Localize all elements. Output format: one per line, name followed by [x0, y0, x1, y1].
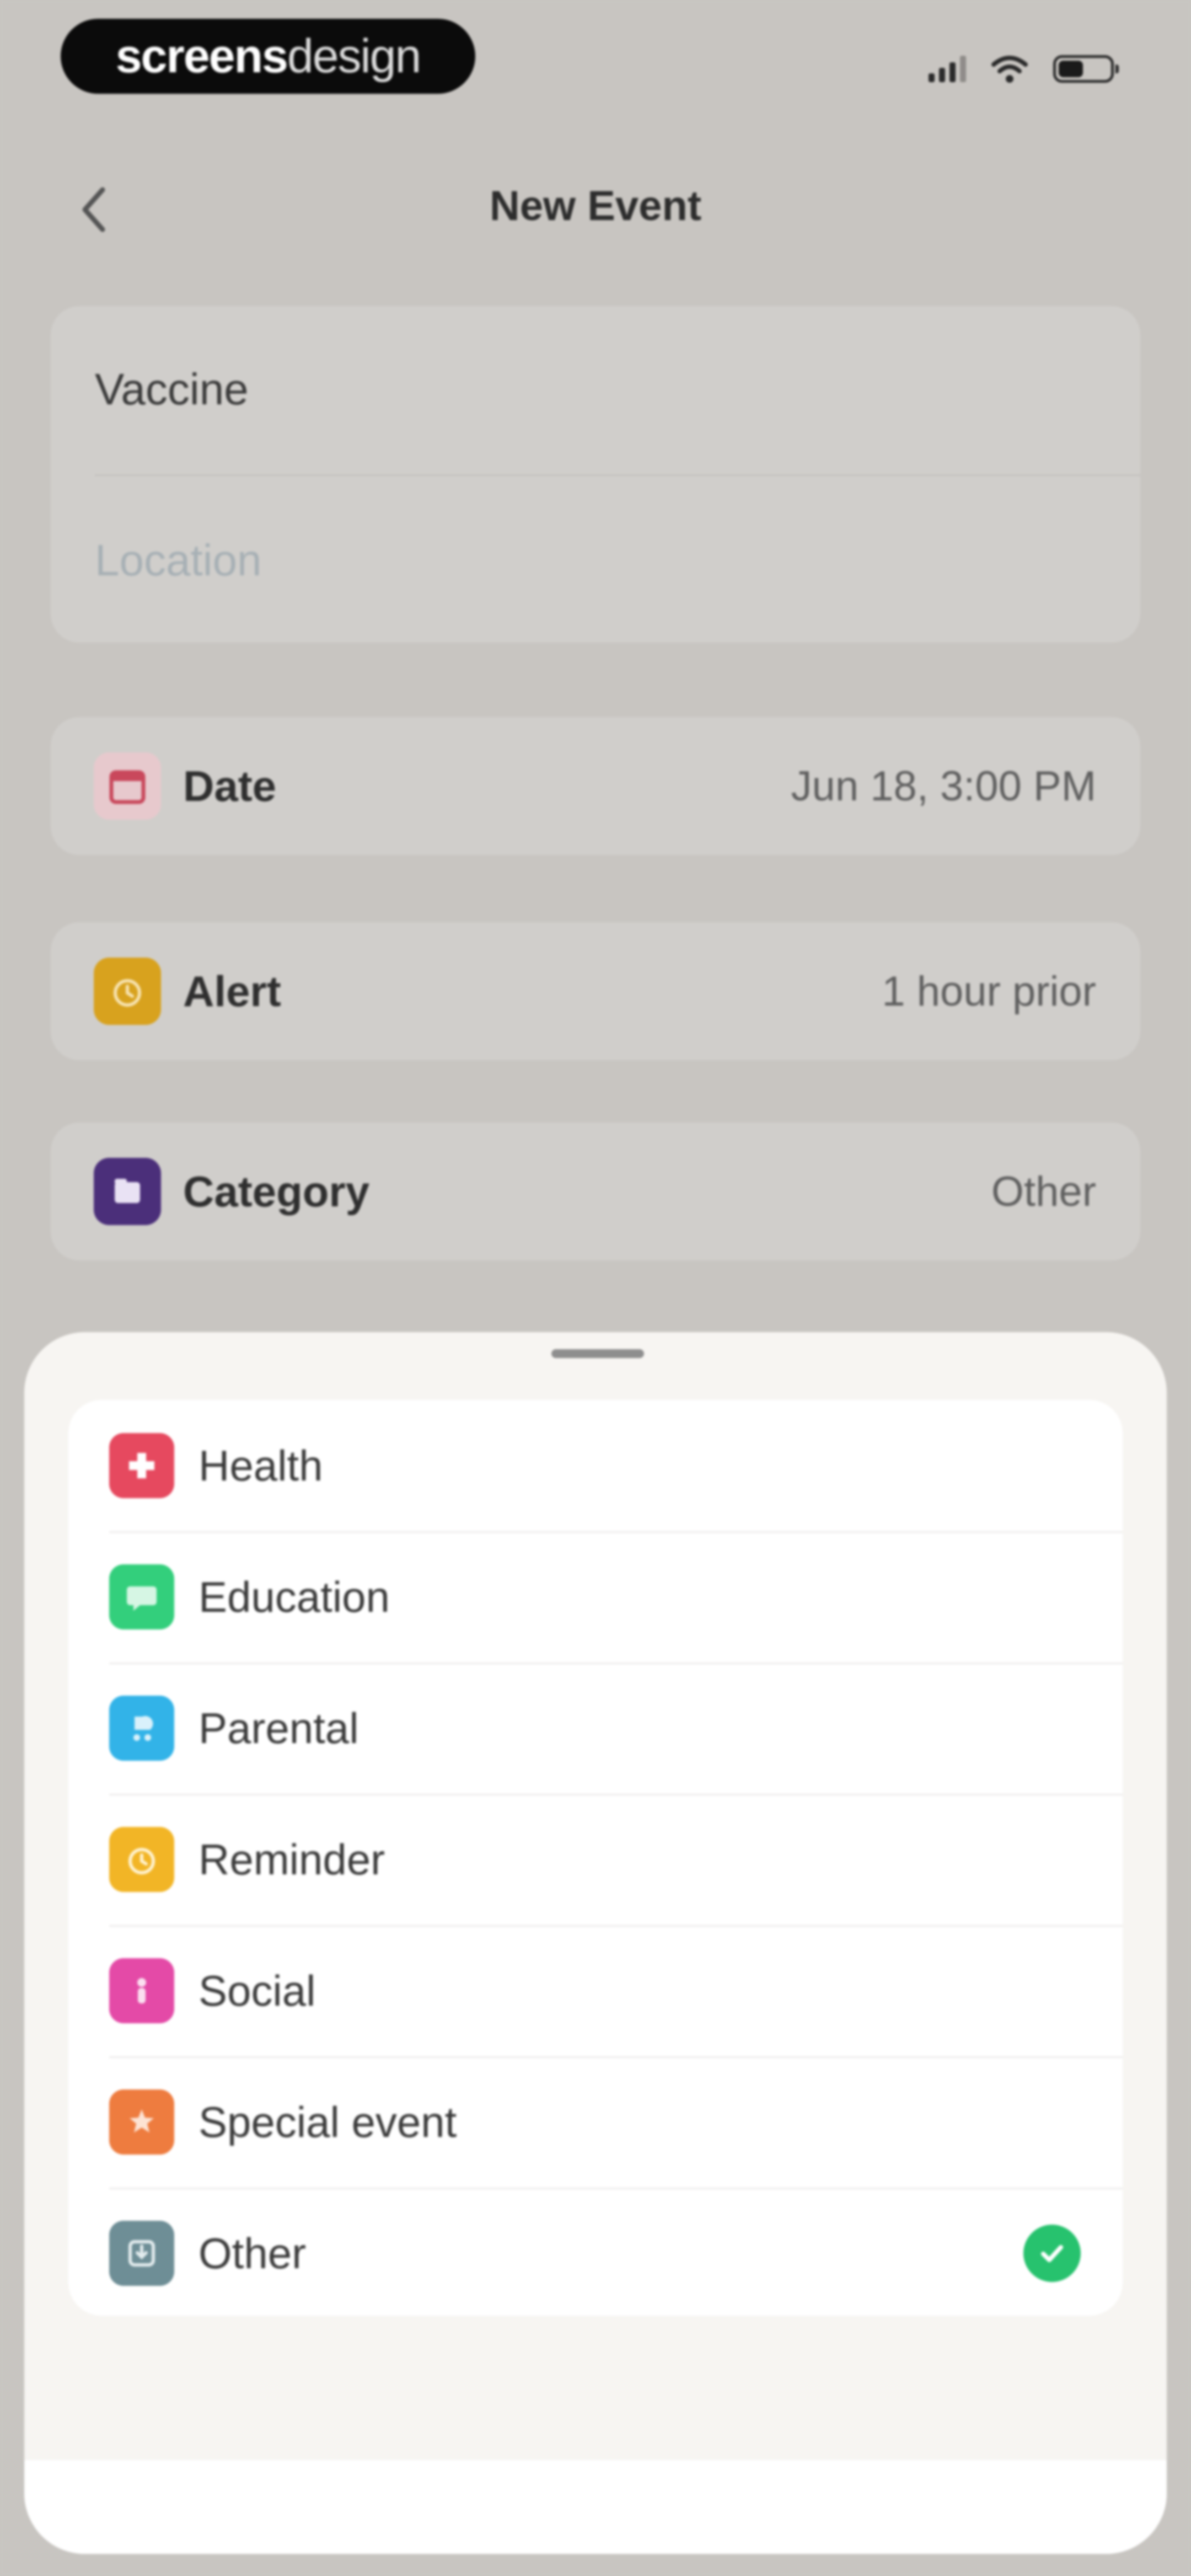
category-option-label: Parental	[198, 1703, 359, 1752]
category-value: Other	[991, 1168, 1096, 1215]
app-screen: screens design New Event Vaccine Location…	[0, 0, 1191, 2576]
divider	[95, 474, 1140, 476]
category-option-label: Education	[198, 1572, 390, 1621]
category-option-special-event[interactable]: Special event	[68, 2056, 1123, 2188]
category-option-parental[interactable]: Parental	[68, 1663, 1123, 1794]
calendar-icon	[94, 752, 161, 820]
health-cross-icon	[109, 1433, 174, 1498]
person-icon	[109, 1958, 174, 2023]
battery-icon	[1053, 55, 1119, 83]
alarm-icon	[94, 958, 161, 1025]
category-option-label: Reminder	[198, 1835, 385, 1884]
date-row[interactable]: Date Jun 18, 3:00 PM	[51, 717, 1140, 855]
alert-value: 1 hour prior	[882, 968, 1096, 1015]
category-label: Category	[183, 1167, 370, 1216]
star-icon	[109, 2089, 174, 2155]
category-list: Health Education Parental Reminder Socia…	[68, 1400, 1123, 2316]
page-title: New Event	[489, 183, 702, 229]
brand-text-light: design	[287, 29, 421, 83]
alarm-icon	[109, 1827, 174, 1892]
category-option-label: Other	[198, 2228, 307, 2278]
brand-watermark: screens design	[61, 19, 475, 94]
chat-bubble-icon	[109, 1564, 174, 1629]
sheet-bottom-area	[24, 2460, 1167, 2554]
category-option-social[interactable]: Social	[68, 1925, 1123, 2056]
category-row[interactable]: Category Other	[51, 1123, 1140, 1260]
status-icons	[929, 50, 1119, 88]
event-title-field[interactable]: Vaccine	[95, 364, 1147, 415]
category-option-reminder[interactable]: Reminder	[68, 1794, 1123, 1925]
stroller-icon	[109, 1696, 174, 1761]
category-option-health[interactable]: Health	[68, 1400, 1123, 1531]
category-option-label: Health	[198, 1441, 323, 1490]
checkmark-icon	[1023, 2225, 1081, 2282]
brand-text-bold: screens	[115, 29, 288, 83]
date-value: Jun 18, 3:00 PM	[791, 762, 1096, 810]
category-option-label: Social	[198, 1966, 316, 2015]
category-option-education[interactable]: Education	[68, 1531, 1123, 1663]
alert-label: Alert	[183, 966, 281, 1016]
location-field[interactable]: Location	[95, 535, 1147, 586]
wifi-icon	[991, 56, 1028, 83]
category-option-other[interactable]: Other	[68, 2188, 1123, 2316]
folder-icon	[94, 1158, 161, 1225]
signal-icon	[929, 56, 966, 82]
sheet-drag-handle[interactable]	[551, 1349, 644, 1358]
tray-icon	[109, 2221, 174, 2286]
alert-row[interactable]: Alert 1 hour prior	[51, 922, 1140, 1060]
category-option-label: Special event	[198, 2097, 457, 2146]
date-label: Date	[183, 761, 277, 810]
